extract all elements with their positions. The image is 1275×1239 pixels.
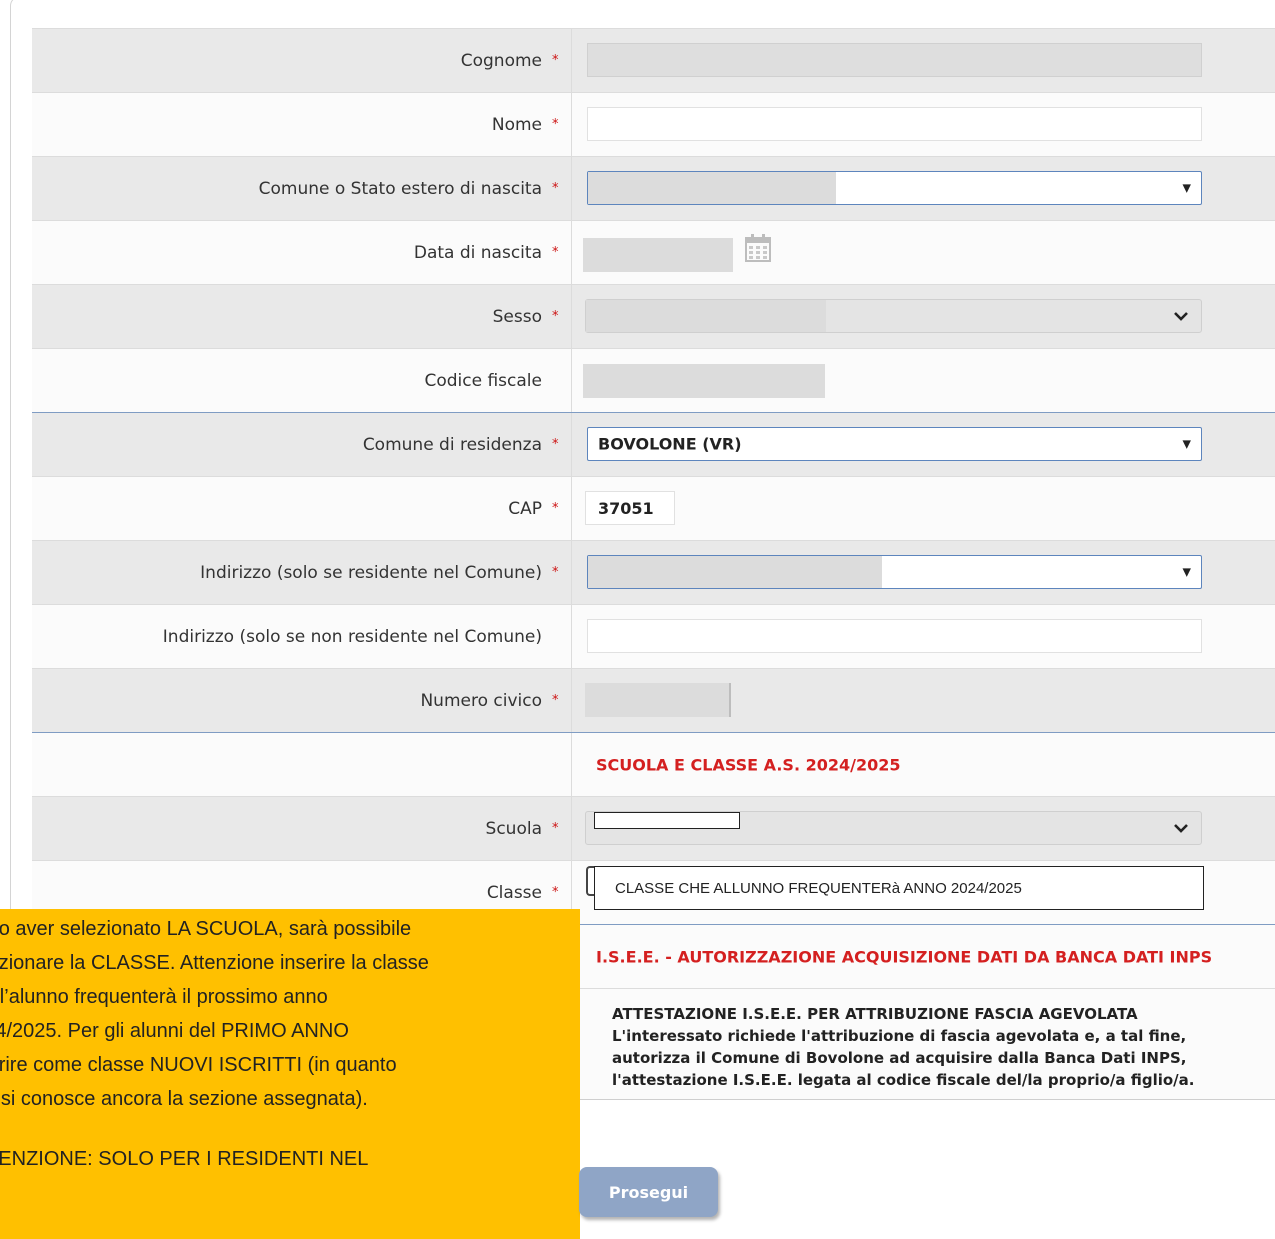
row-section-school: SCUOLA E CLASSE A.S. 2024/2025 [32, 733, 1275, 797]
chevron-down-icon [1174, 824, 1188, 833]
label-indirizzo-non-residente: Indirizzo (solo se non residente nel Com… [162, 626, 542, 647]
required-mark: * [552, 53, 559, 68]
required-mark: * [552, 245, 559, 260]
row-comune-residenza: Comune di residenza * BOVOLONE (VR) ▼ [32, 413, 1275, 477]
classe-select-edge[interactable] [586, 866, 594, 896]
required-mark: * [552, 309, 559, 324]
dropdown-arrow-icon: ▼ [1182, 565, 1191, 579]
row-scuola: Scuola * [32, 797, 1275, 861]
required-mark: * [552, 181, 559, 196]
codice-fiscale-input[interactable] [583, 364, 825, 398]
chevron-down-icon [1174, 312, 1188, 321]
row-nome: Nome * [32, 93, 1275, 157]
row-numero-civico: Numero civico * [32, 669, 1275, 733]
row-cap: CAP * 37051 [32, 477, 1275, 541]
row-codice-fiscale: Codice fiscale [32, 349, 1275, 413]
section-title-isee: I.S.E.E. - AUTORIZZAZIONE ACQUISIZIONE D… [596, 947, 1213, 966]
label-comune-nascita: Comune o Stato estero di nascita [258, 178, 542, 199]
required-mark: * [552, 821, 559, 836]
label-cognome: Cognome [460, 50, 542, 71]
cap-input[interactable]: 37051 [585, 491, 675, 525]
label-comune-residenza: Comune di residenza [362, 434, 542, 455]
dropdown-arrow-icon: ▼ [1182, 437, 1191, 451]
required-mark: * [552, 693, 559, 708]
label-codice-fiscale: Codice fiscale [424, 370, 542, 391]
section-title-school: SCUOLA E CLASSE A.S. 2024/2025 [596, 755, 901, 774]
label-indirizzo-residente: Indirizzo (solo se residente nel Comune) [200, 562, 542, 583]
classe-annotation: CLASSE CHE ALLUNNO FREQUENTERà ANNO 2024… [594, 866, 1204, 910]
label-scuola: Scuola [485, 818, 542, 839]
row-data-nascita: Data di nascita * [32, 221, 1275, 285]
calendar-icon[interactable] [744, 233, 772, 263]
required-mark: * [552, 501, 559, 516]
row-sesso: Sesso * [32, 285, 1275, 349]
nome-input[interactable] [587, 107, 1202, 141]
label-cap: CAP [508, 498, 542, 519]
comune-residenza-value: BOVOLONE (VR) [598, 434, 742, 454]
indirizzo-residente-select[interactable]: ▼ [587, 555, 1202, 589]
help-tooltip: Dopo aver selezionato LA SCUOLA, sarà po… [0, 909, 580, 1239]
scuola-value-box [594, 812, 740, 829]
comune-residenza-select[interactable]: BOVOLONE (VR) ▼ [587, 427, 1202, 461]
sesso-select[interactable] [585, 299, 1202, 333]
label-classe: Classe [486, 882, 542, 903]
numero-civico-input[interactable] [585, 683, 731, 717]
row-indirizzo-non-residente: Indirizzo (solo se non residente nel Com… [32, 605, 1275, 669]
prosegui-button[interactable]: Prosegui [579, 1167, 718, 1217]
required-mark: * [552, 885, 559, 900]
comune-nascita-select[interactable]: ▼ [587, 171, 1202, 205]
label-sesso: Sesso [492, 306, 542, 327]
required-mark: * [552, 565, 559, 580]
row-comune-nascita: Comune o Stato estero di nascita * ▼ [32, 157, 1275, 221]
row-indirizzo-residente: Indirizzo (solo se residente nel Comune)… [32, 541, 1275, 605]
label-nome: Nome [491, 114, 542, 135]
data-nascita-input[interactable] [583, 238, 733, 272]
label-numero-civico: Numero civico [420, 690, 542, 711]
required-mark: * [552, 437, 559, 452]
label-data-nascita: Data di nascita [413, 242, 542, 263]
indirizzo-non-residente-input[interactable] [587, 619, 1202, 653]
cognome-input[interactable] [587, 43, 1202, 77]
isee-description: ATTESTAZIONE I.S.E.E. PER ATTRIBUZIONE F… [612, 1005, 1195, 1089]
required-mark: * [552, 117, 559, 132]
dropdown-arrow-icon: ▼ [1182, 181, 1191, 195]
row-cognome: Cognome * [32, 29, 1275, 93]
